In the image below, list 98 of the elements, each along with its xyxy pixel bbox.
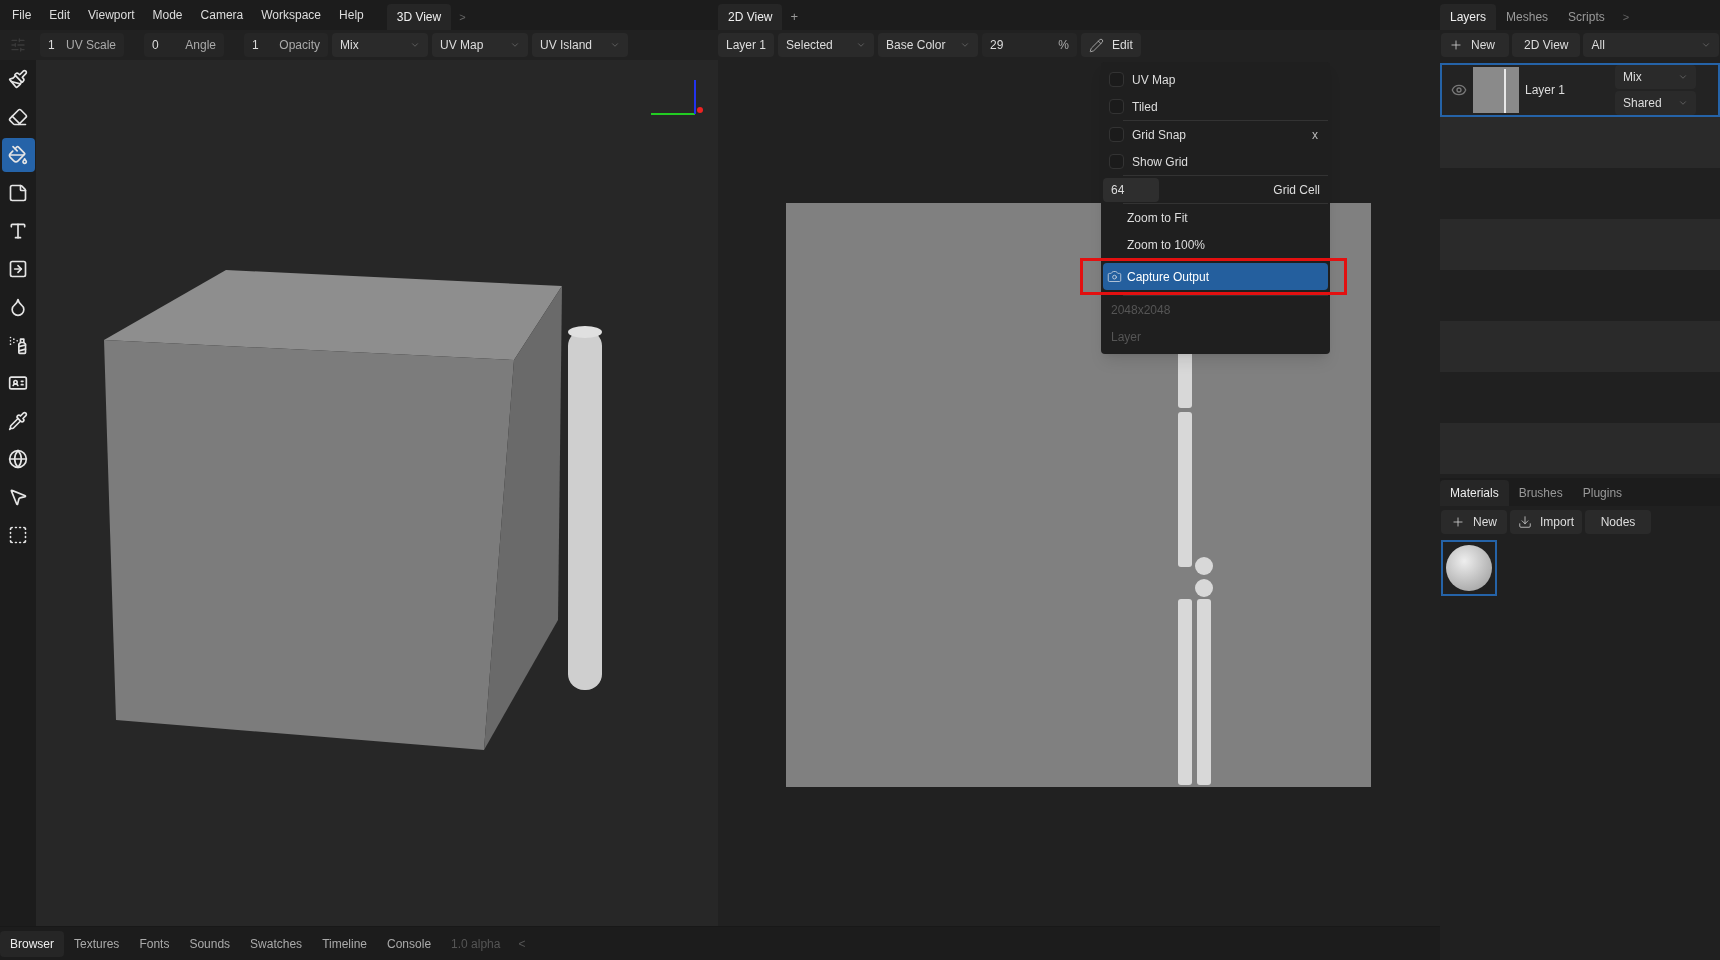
spray-can-icon bbox=[8, 335, 28, 355]
plus-icon bbox=[1449, 38, 1463, 52]
caret-icon bbox=[410, 40, 420, 50]
number-field[interactable]: 0 Angle bbox=[144, 33, 224, 57]
checkbox[interactable] bbox=[1109, 99, 1124, 114]
dropdown[interactable]: Base Color bbox=[878, 33, 979, 57]
tab[interactable]: Browser bbox=[0, 930, 64, 957]
new-material-button[interactable]: New bbox=[1441, 510, 1507, 534]
grid-cell-field[interactable]: 64 Grid Cell bbox=[1103, 176, 1328, 203]
caret-icon bbox=[610, 40, 620, 50]
dropdown[interactable]: All bbox=[1583, 33, 1719, 57]
download-icon bbox=[1518, 515, 1532, 529]
menu-item[interactable]: File bbox=[3, 0, 41, 30]
menu-item[interactable]: UV Map bbox=[1103, 66, 1328, 93]
sliders-icon[interactable] bbox=[10, 37, 26, 53]
field-label: Angle bbox=[185, 37, 216, 54]
clone-icon bbox=[8, 259, 28, 279]
tab[interactable]: Console bbox=[377, 930, 442, 957]
menu-item[interactable]: Tiled bbox=[1103, 93, 1328, 120]
text-icon bbox=[8, 221, 28, 241]
number-field[interactable]: 1 Opacity bbox=[244, 33, 328, 57]
caret-icon bbox=[1678, 72, 1688, 82]
tab[interactable]: Brushes bbox=[1508, 480, 1573, 506]
import-button[interactable]: Import bbox=[1510, 510, 1582, 534]
checkbox[interactable] bbox=[1109, 154, 1124, 169]
field-label: % bbox=[1058, 37, 1070, 54]
dropdown[interactable]: Selected bbox=[778, 33, 875, 57]
menu-item[interactable]: Mode bbox=[143, 0, 192, 30]
menu-item[interactable]: Edit bbox=[40, 0, 80, 30]
tab[interactable]: Sounds bbox=[179, 930, 241, 957]
field-label: Grid Cell bbox=[1273, 181, 1320, 199]
menu-item[interactable]: Grid Snap x bbox=[1103, 121, 1328, 148]
material-slot[interactable] bbox=[1441, 540, 1497, 596]
nodes-button[interactable]: Nodes bbox=[1585, 510, 1651, 534]
version-text: 1.0 alpha bbox=[450, 935, 502, 953]
tab[interactable]: Scripts bbox=[1558, 4, 1615, 30]
menu-item[interactable]: Show Grid bbox=[1103, 148, 1328, 175]
eraser-icon bbox=[8, 107, 28, 127]
tool-button[interactable] bbox=[1, 138, 35, 172]
shortcut-text: x bbox=[1312, 126, 1319, 144]
tab[interactable]: Textures bbox=[64, 930, 130, 957]
caret-icon bbox=[1701, 40, 1711, 50]
checkbox[interactable] bbox=[1109, 127, 1124, 142]
menu-item[interactable]: Zoom to Fit bbox=[1103, 204, 1328, 231]
tab[interactable]: Meshes bbox=[1496, 4, 1559, 30]
brush-icon bbox=[8, 69, 28, 89]
eye-icon[interactable] bbox=[1451, 82, 1467, 98]
field-label: UV Scale bbox=[65, 37, 116, 54]
tab[interactable]: Materials bbox=[1440, 480, 1509, 506]
menu-item[interactable]: Viewport bbox=[79, 0, 144, 30]
view-button[interactable]: 2D View bbox=[1512, 33, 1581, 57]
dropdown[interactable]: Shared bbox=[1615, 91, 1696, 115]
pointer-icon bbox=[8, 487, 28, 507]
tab[interactable]: Layers bbox=[1440, 4, 1497, 30]
dropdown[interactable]: Mix bbox=[332, 33, 428, 57]
field-value: 1 bbox=[48, 37, 55, 54]
caret-icon bbox=[960, 40, 971, 50]
field-label: Opacity bbox=[279, 37, 320, 54]
caret-icon bbox=[1678, 98, 1688, 108]
globe-icon bbox=[8, 449, 28, 469]
tab[interactable]: Fonts bbox=[129, 930, 180, 957]
tab[interactable]: 3D View bbox=[386, 4, 452, 30]
plus-icon bbox=[1451, 515, 1465, 529]
sticker-icon bbox=[8, 183, 28, 203]
number-field[interactable]: 1 UV Scale bbox=[40, 33, 124, 57]
menu-item[interactable]: Camera bbox=[191, 0, 253, 30]
layer-name: Layer 1 bbox=[1525, 82, 1567, 99]
caret-icon bbox=[856, 40, 867, 50]
field-value: 64 bbox=[1103, 177, 1159, 202]
new-layer-button[interactable]: New bbox=[1441, 33, 1509, 57]
tab[interactable]: Plugins bbox=[1572, 480, 1633, 506]
camera-icon bbox=[1107, 269, 1122, 284]
menu-item[interactable]: Zoom to 100% bbox=[1103, 231, 1328, 258]
pipette-icon bbox=[8, 411, 28, 431]
id-card-icon bbox=[8, 373, 28, 393]
layer-row[interactable]: Layer 1 Mix Shared bbox=[1440, 63, 1720, 117]
field-value: 1 bbox=[252, 37, 259, 54]
layer-button[interactable]: Layer 1 bbox=[718, 33, 775, 57]
dropdown[interactable]: UV Island bbox=[532, 33, 628, 57]
checkbox[interactable] bbox=[1109, 72, 1124, 87]
menu-item[interactable]: Help bbox=[330, 0, 373, 30]
field-value: 0 bbox=[152, 37, 159, 54]
field-value: 29 bbox=[990, 37, 1004, 54]
dropdown[interactable]: UV Map bbox=[432, 33, 528, 57]
caret-icon bbox=[510, 40, 520, 50]
menu-item[interactable]: Workspace bbox=[252, 0, 331, 30]
dropdown[interactable]: Mix bbox=[1615, 65, 1696, 89]
paint-bucket-icon bbox=[8, 145, 28, 165]
tab[interactable]: 2D View bbox=[718, 4, 783, 30]
edit-button[interactable]: Edit bbox=[1081, 33, 1141, 57]
droplet-icon bbox=[8, 297, 28, 317]
dashed-square-icon bbox=[8, 525, 28, 545]
number-field[interactable]: 29 % bbox=[982, 33, 1078, 57]
pencil-icon bbox=[1089, 37, 1105, 53]
tab[interactable]: Swatches bbox=[240, 930, 313, 957]
menu-item[interactable]: Capture Output bbox=[1103, 263, 1328, 290]
add-tab-button[interactable]: + bbox=[782, 4, 807, 30]
tab[interactable]: Timeline bbox=[312, 930, 378, 957]
